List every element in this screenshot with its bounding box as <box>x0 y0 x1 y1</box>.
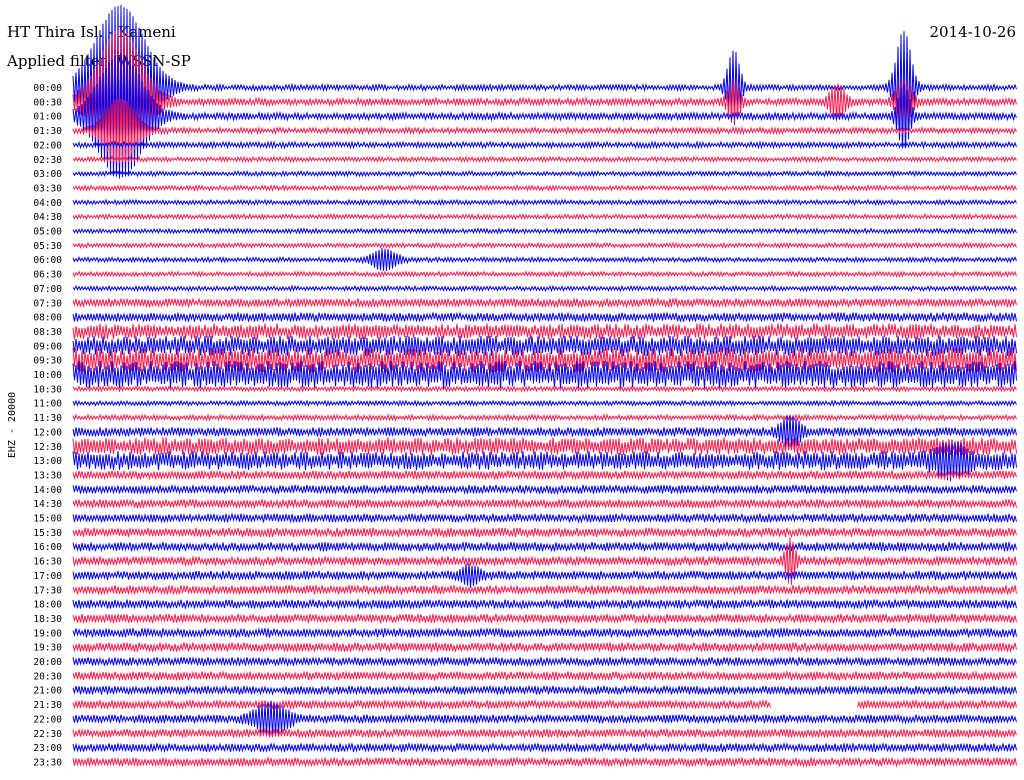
tick-label: 10:00 <box>33 370 62 381</box>
trace-row <box>72 241 1017 250</box>
trace-row <box>72 284 1017 293</box>
tick-label: 11:00 <box>33 399 62 410</box>
trace-row <box>72 399 1017 408</box>
filter-label: Applied filter: WSSN-SP <box>6 52 191 70</box>
trace-row <box>72 483 1017 496</box>
trace-row <box>72 98 1017 164</box>
trace-row <box>72 598 1017 610</box>
tick-label: 20:00 <box>33 657 62 668</box>
trace-row <box>72 212 1017 221</box>
tick-label: 21:30 <box>33 700 62 711</box>
tick-label: 04:00 <box>33 198 62 209</box>
tick-label: 15:00 <box>33 514 62 525</box>
helicorder-chart: HT Thira Isl. - Kameni 2014-10-26 Applie… <box>6 4 1017 768</box>
trace-row <box>72 698 1017 711</box>
tick-label: 19:00 <box>33 628 62 639</box>
trace-row <box>72 385 1017 393</box>
trace-row <box>72 684 1017 696</box>
tick-label: 13:00 <box>33 456 62 467</box>
trace-row <box>72 297 1017 309</box>
tick-label: 01:00 <box>33 112 62 123</box>
channel-label: EHZ - 20000 <box>7 392 18 458</box>
tick-label: 20:30 <box>33 671 62 682</box>
tick-label: 16:30 <box>33 557 62 568</box>
tick-label: 14:30 <box>33 499 62 510</box>
tick-label: 17:30 <box>33 585 62 596</box>
trace-row <box>72 526 1017 539</box>
trace-row <box>72 169 1017 178</box>
tick-label: 16:00 <box>33 542 62 553</box>
trace-row <box>72 198 1017 207</box>
tick-label: 15:30 <box>33 528 62 539</box>
tick-label: 07:00 <box>33 284 62 295</box>
tick-label: 09:30 <box>33 356 62 367</box>
tick-label: 22:30 <box>33 729 62 740</box>
tick-label: 12:30 <box>33 442 62 453</box>
tick-label: 06:30 <box>33 270 62 281</box>
tick-label: 18:00 <box>33 600 62 611</box>
trace-row <box>72 563 1017 588</box>
tick-label: 03:00 <box>33 169 62 180</box>
trace-row <box>72 584 1017 596</box>
tick-label: 00:00 <box>33 83 62 94</box>
tick-label: 05:00 <box>33 227 62 238</box>
trace-row <box>72 323 1017 340</box>
trace-group <box>72 4 1017 768</box>
tick-label: 19:30 <box>33 643 62 654</box>
tick-label: 18:30 <box>33 614 62 625</box>
tick-label: 02:00 <box>33 140 62 151</box>
tick-label: 01:30 <box>33 126 62 137</box>
trace-row <box>72 247 1017 271</box>
tick-label: 12:00 <box>33 427 62 438</box>
tick-label: 03:30 <box>33 183 62 194</box>
trace-row <box>72 727 1017 740</box>
trace-row <box>72 756 1017 768</box>
tick-label: 11:30 <box>33 413 62 424</box>
trace-row <box>72 227 1017 235</box>
date-label: 2014-10-26 <box>930 23 1016 41</box>
trace-row <box>72 612 1017 624</box>
trace-row <box>72 140 1017 150</box>
trace-row <box>72 184 1017 192</box>
tick-label: 04:30 <box>33 212 62 223</box>
trace-row <box>72 670 1017 682</box>
tick-label: 23:30 <box>33 757 62 768</box>
tick-label-group: 00:00 00:30 01:00 01:30 02:00 02:30 03:00 03:30… <box>33 83 62 768</box>
trace-row <box>72 413 1017 422</box>
tick-label: 09:00 <box>33 341 62 352</box>
trace-row <box>72 270 1017 278</box>
trace-row <box>72 497 1017 510</box>
tick-label: 10:30 <box>33 384 62 395</box>
station-title: HT Thira Isl. - Kameni <box>7 23 176 41</box>
trace-row <box>72 627 1017 639</box>
tick-label: 05:30 <box>33 241 62 252</box>
tick-label: 06:00 <box>33 255 62 266</box>
trace-row <box>72 512 1017 524</box>
tick-label: 17:00 <box>33 571 62 582</box>
tick-label: 02:30 <box>33 155 62 166</box>
tick-label: 07:30 <box>33 298 62 309</box>
tick-label: 22:00 <box>33 714 62 725</box>
tick-label: 13:30 <box>33 470 62 481</box>
trace-row <box>72 541 1017 553</box>
tick-label: 14:00 <box>33 485 62 496</box>
tick-label: 23:00 <box>33 743 62 754</box>
trace-row <box>72 437 1017 455</box>
tick-label: 21:00 <box>33 686 62 697</box>
trace-row <box>72 655 1017 668</box>
tick-label: 00:30 <box>33 97 62 108</box>
tick-label: 08:00 <box>33 313 62 324</box>
trace-row <box>72 469 1017 481</box>
trace-row <box>72 155 1017 164</box>
trace-row <box>72 741 1017 754</box>
trace-row <box>72 641 1017 653</box>
trace-row <box>72 29 1017 175</box>
tick-label: 08:30 <box>33 327 62 338</box>
trace-row <box>72 311 1017 323</box>
